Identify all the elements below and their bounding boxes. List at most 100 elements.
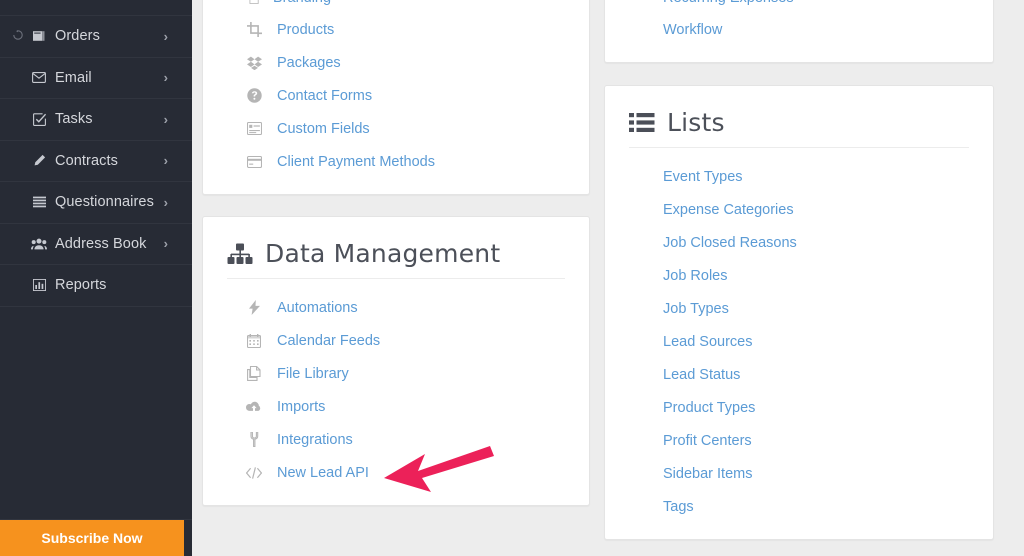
link-row-products[interactable]: Products <box>203 13 589 46</box>
bolt-icon <box>243 300 265 315</box>
sidebar-item-orders[interactable]: Orders › <box>0 16 192 58</box>
sidebar-item-label: Tasks <box>55 111 93 128</box>
link-label: Contact Forms <box>277 87 373 104</box>
link-row-job-types[interactable]: Job Types <box>605 292 993 325</box>
data-management-title: Data Management <box>265 239 501 268</box>
link-row-branding[interactable]: ◻ Branding <box>203 0 589 13</box>
dropbox-icon <box>243 56 265 70</box>
sidebar-item-label: Contracts <box>55 152 118 169</box>
link-label: Lead Sources <box>663 333 753 350</box>
list-ul-icon <box>629 112 655 133</box>
card-lists-links: Event Types Expense Categories Job Closed … <box>605 148 993 539</box>
link-label: Custom Fields <box>277 120 370 137</box>
list-alt-icon <box>243 122 265 135</box>
code-icon <box>243 466 265 479</box>
card-finances: Recurring Expenses Workflow <box>604 0 994 63</box>
link-label: Event Types <box>663 168 743 185</box>
chevron-right-icon[interactable]: › <box>164 153 168 168</box>
link-label: Profit Centers <box>663 432 752 449</box>
card-data-management-links: Automations Calendar Feeds File Library Imp… <box>203 279 589 505</box>
content-area: ◻ Branding Products Packages Contact Forms… <box>192 0 1024 556</box>
pencil-icon <box>28 154 50 167</box>
right-column: Recurring Expenses Workflow <box>604 0 994 556</box>
link-row-calendar-feeds[interactable]: Calendar Feeds <box>203 324 589 357</box>
link-row-packages[interactable]: Packages <box>203 46 589 79</box>
sidebar-item-list: Orders › Email › Tasks › Contracts › Questionnai… <box>0 16 192 307</box>
link-label: New Lead API <box>277 464 369 481</box>
link-label: Integrations <box>277 431 353 448</box>
link-label: Automations <box>277 299 358 316</box>
link-label: Tags <box>663 498 694 515</box>
link-row-tags[interactable]: Tags <box>605 490 993 523</box>
envelope-icon <box>28 72 50 84</box>
chevron-right-icon[interactable]: › <box>164 236 168 251</box>
link-label: Expense Categories <box>663 201 794 218</box>
sidebar-item-tasks[interactable]: Tasks › <box>0 99 192 141</box>
subscribe-now-button[interactable]: Subscribe Now <box>0 520 184 556</box>
link-row-workflow[interactable]: Workflow <box>605 13 993 46</box>
chevron-right-icon[interactable]: › <box>164 112 168 127</box>
link-row-custom-fields[interactable]: Custom Fields <box>203 112 589 145</box>
link-row-lead-sources[interactable]: Lead Sources <box>605 325 993 358</box>
chevron-right-icon[interactable]: › <box>164 195 168 210</box>
image-icon: ◻ <box>243 0 265 7</box>
link-row-event-types[interactable]: Event Types <box>605 160 993 193</box>
link-row-integrations[interactable]: Integrations <box>203 423 589 456</box>
check-square-icon <box>28 113 50 126</box>
finances-link-group: Workflow <box>605 13 993 46</box>
link-row-recurring-expenses[interactable]: Recurring Expenses <box>605 0 993 13</box>
book-icon <box>28 30 50 42</box>
link-label: Product Types <box>663 399 756 416</box>
sidebar-scroll-area[interactable]: ● Orders›Email›Tasks›Contracts›Questionn… <box>0 0 192 413</box>
link-row-product-types[interactable]: Product Types <box>605 391 993 424</box>
lists-header: Lists <box>605 86 993 147</box>
link-label: Imports <box>277 398 326 415</box>
cloud-upload-icon <box>243 401 265 413</box>
card-finances-links: Recurring Expenses Workflow <box>605 0 993 62</box>
link-row-automations[interactable]: Automations <box>203 291 589 324</box>
link-row-contact-forms[interactable]: Contact Forms <box>203 79 589 112</box>
card-lists: Lists Event Types Expense Categories Job C… <box>604 85 994 540</box>
chevron-right-icon[interactable]: › <box>164 70 168 85</box>
sidebar-item-questionnaires[interactable]: Questionnaires › <box>0 182 192 224</box>
credit-card-icon <box>243 155 265 168</box>
link-row-job-roles[interactable]: Job Roles <box>605 259 993 292</box>
sidebar-item-address-book[interactable]: Address Book › <box>0 224 192 265</box>
data-management-link-group: Automations Calendar Feeds File Library Imp… <box>203 291 589 489</box>
link-label: Lead Status <box>663 366 741 383</box>
link-row-new-lead-api[interactable]: New Lead API <box>203 456 589 489</box>
sidebar-partial-icon: ● <box>30 0 38 2</box>
card-settings: ◻ Branding Products Packages Contact Forms… <box>202 0 590 195</box>
sitemap-icon <box>227 243 253 265</box>
card-settings-links: ◻ Branding Products Packages Contact Forms… <box>203 0 589 194</box>
link-label: Packages <box>277 54 341 71</box>
bar-chart-icon <box>28 279 50 292</box>
link-row-expense-categories[interactable]: Expense Categories <box>605 193 993 226</box>
link-row-job-closed-reasons[interactable]: Job Closed Reasons <box>605 226 993 259</box>
main-sidebar: ● Orders›Email›Tasks›Contracts›Questionn… <box>0 0 192 556</box>
data-management-header: Data Management <box>203 217 589 278</box>
link-row-imports[interactable]: Imports <box>203 390 589 423</box>
question-circle-icon <box>243 88 265 103</box>
link-row-file-library[interactable]: File Library <box>203 357 589 390</box>
sidebar-item-label: Address Book <box>55 235 147 252</box>
link-row-lead-status[interactable]: Lead Status <box>605 358 993 391</box>
plug-icon <box>243 432 265 447</box>
chevron-right-icon[interactable]: › <box>164 29 168 44</box>
link-label: Calendar Feeds <box>277 332 381 349</box>
calendar-icon <box>243 333 265 348</box>
app-root: ● Orders›Email›Tasks›Contracts›Questionn… <box>0 0 1024 556</box>
link-row-profit-centers[interactable]: Profit Centers <box>605 424 993 457</box>
lists-title: Lists <box>667 108 725 137</box>
sidebar-item-contracts[interactable]: Contracts › <box>0 141 192 182</box>
users-icon <box>28 238 50 250</box>
sidebar-item-partial-top[interactable]: ● <box>0 0 192 16</box>
sidebar-item-label: Email <box>55 69 92 86</box>
link-row-sidebar-items[interactable]: Sidebar Items <box>605 457 993 490</box>
list-icon <box>28 196 50 208</box>
link-row-client-payment-methods[interactable]: Client Payment Methods <box>203 145 589 178</box>
sidebar-item-email[interactable]: Email › <box>0 58 192 99</box>
link-label: Workflow <box>663 21 723 38</box>
middle-column: ◻ Branding Products Packages Contact Forms… <box>202 0 590 556</box>
sidebar-item-reports[interactable]: Reports <box>0 265 192 307</box>
